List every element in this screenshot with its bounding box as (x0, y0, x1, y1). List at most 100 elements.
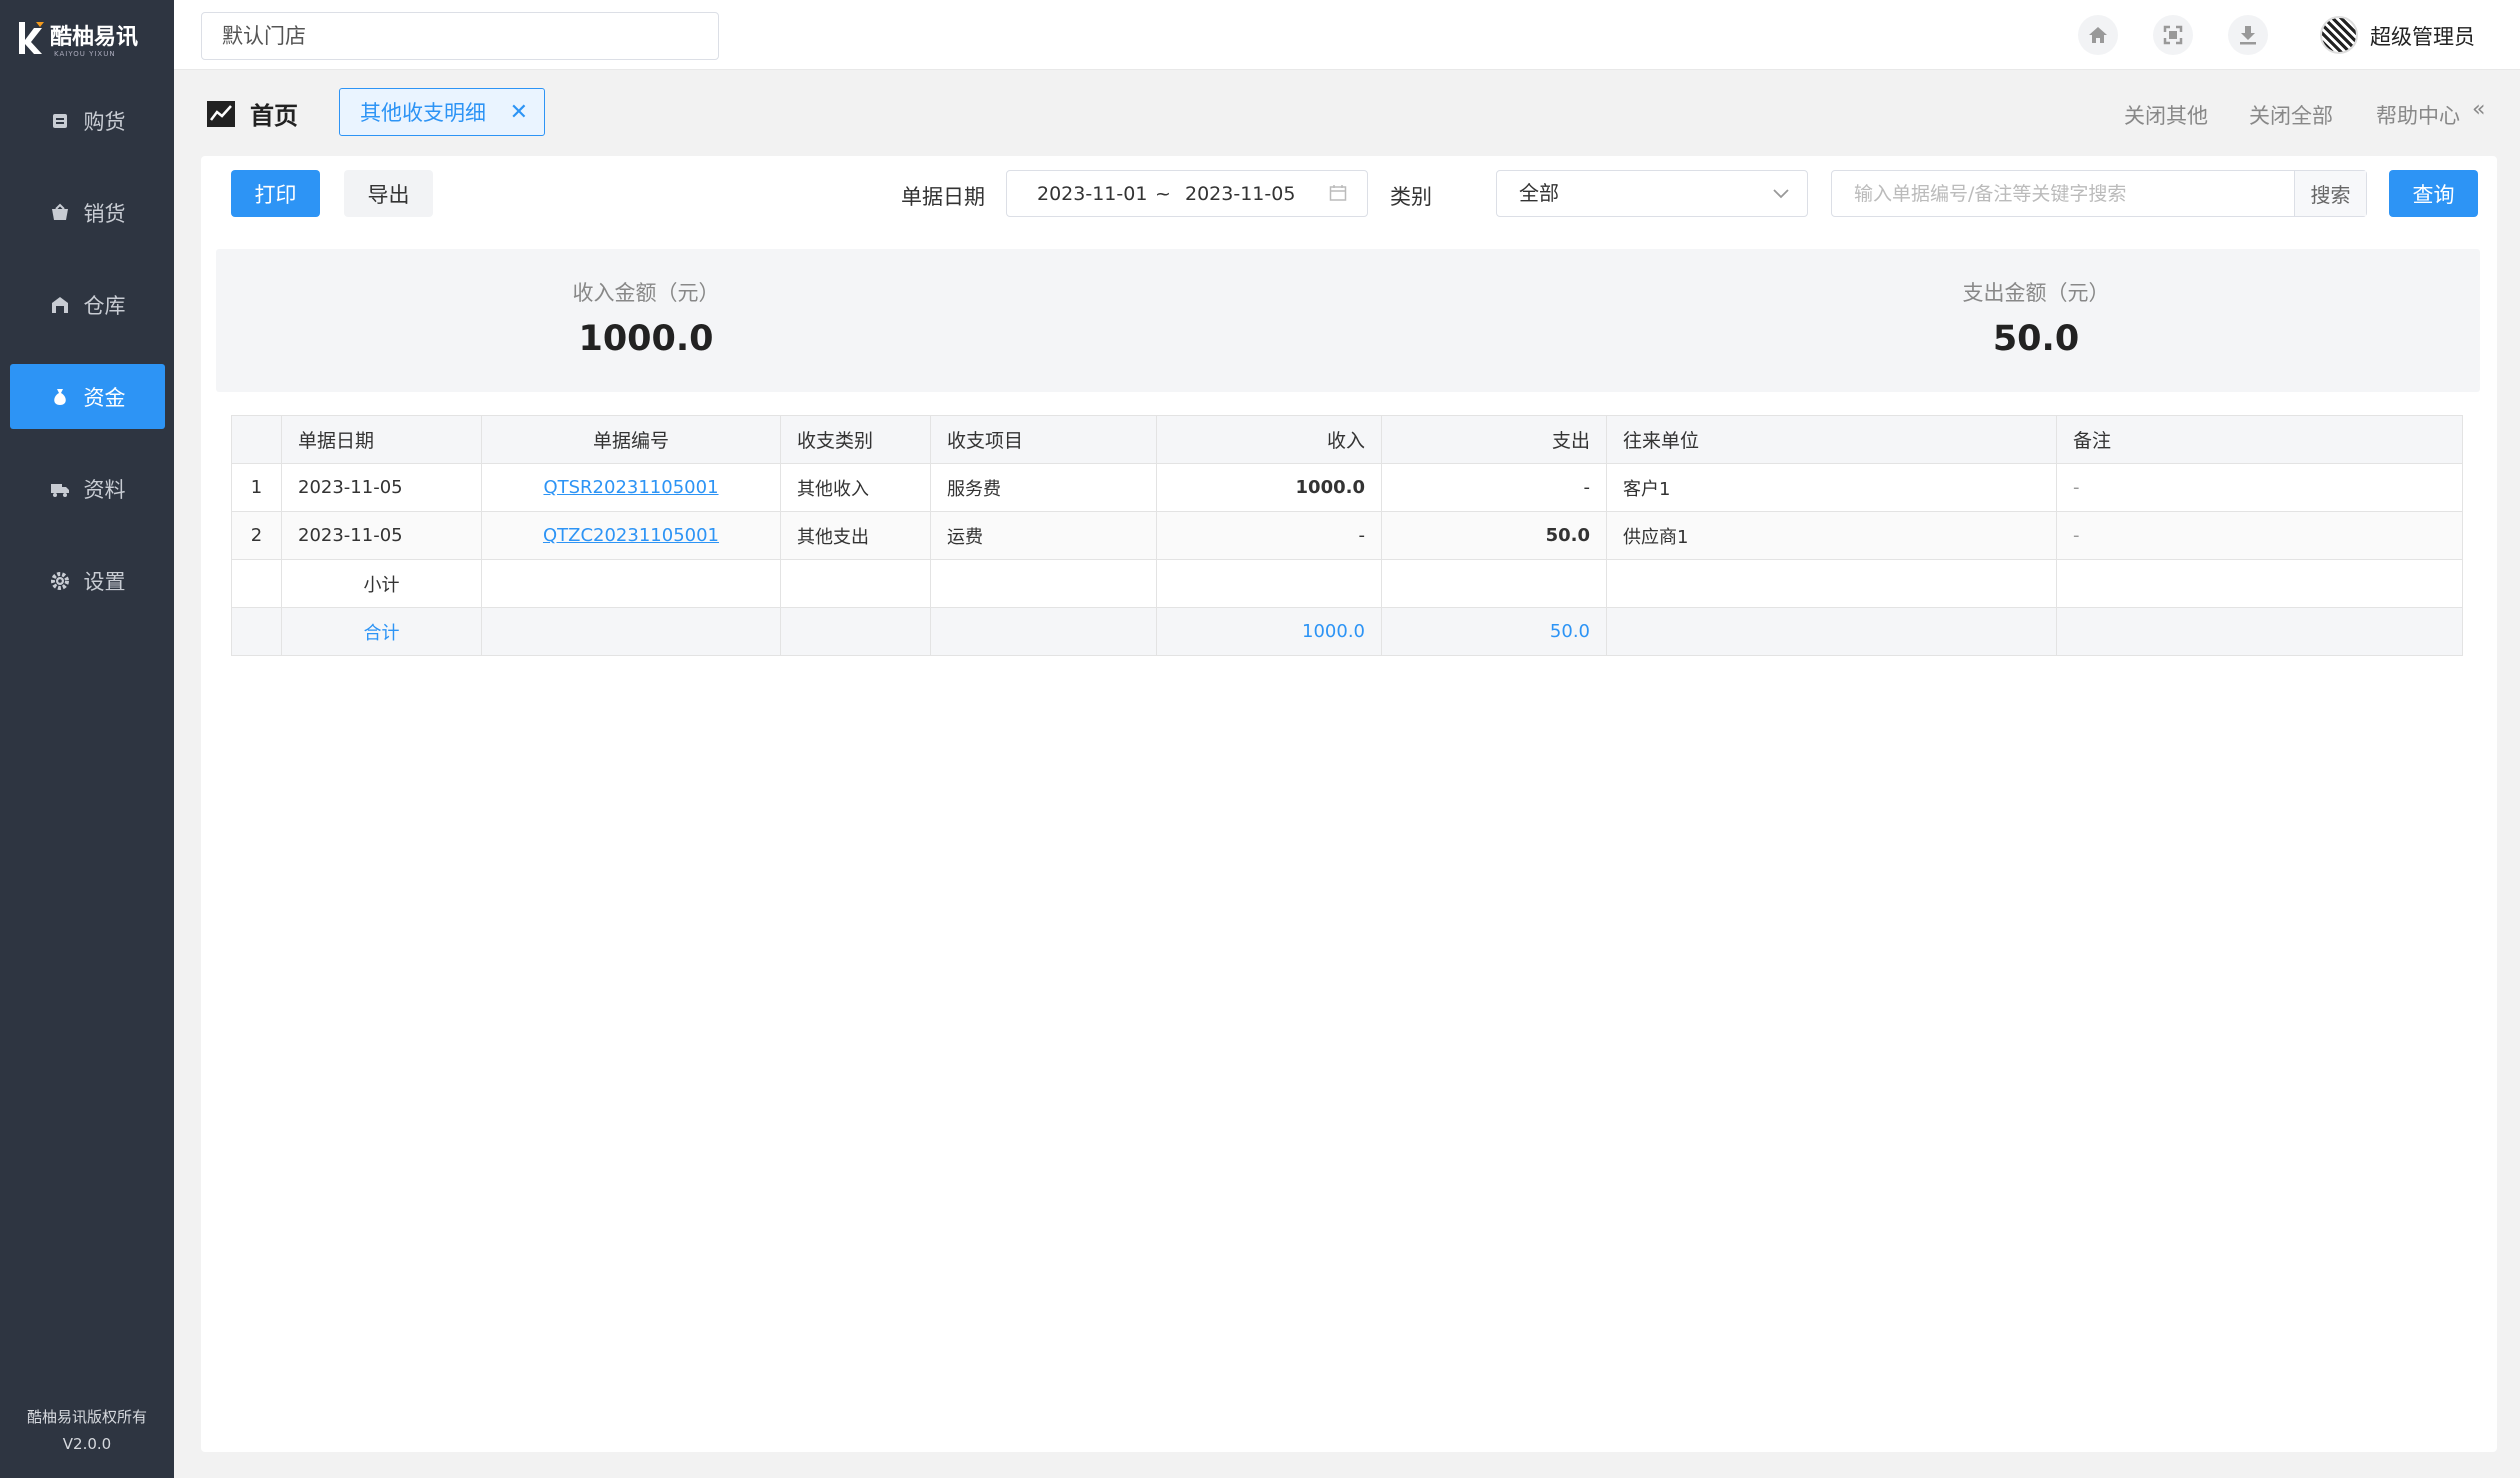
table-row[interactable]: 1 2023-11-05 QTSR20231105001 其他收入 服务费 10… (231, 463, 2463, 512)
total-label: 合计 (281, 607, 482, 656)
download-icon (2240, 26, 2256, 45)
tab-other-income-expense[interactable]: 其他收支明细 ✕ (339, 88, 545, 136)
category-label: 类别 (1390, 185, 1432, 209)
category-value: 全部 (1519, 181, 1559, 205)
date-range-picker[interactable]: 2023-11-01 ~ 2023-11-05 (1006, 170, 1368, 217)
date-start[interactable]: 2023-11-01 (1037, 183, 1147, 205)
copyright: 酷柚易讯版权所有 V2.0.0 (0, 1404, 174, 1458)
sidebar-item-purchase[interactable]: 购货 (10, 88, 165, 153)
tab-home[interactable]: 首页 (206, 96, 298, 131)
records-table: 单据日期 单据编号 收支类别 收支项目 收入 支出 往来单位 备注 1 2023… (231, 415, 2463, 656)
help-center-button[interactable]: 帮助中心 (2376, 100, 2460, 130)
logo-icon (19, 22, 44, 54)
cell-item: 运费 (930, 511, 1157, 560)
version-text: V2.0.0 (62, 1435, 112, 1453)
chart-icon (207, 100, 235, 127)
date-end[interactable]: 2023-11-05 (1185, 183, 1295, 205)
expense-label: 支出金额（元） (1962, 281, 2110, 305)
col-header-type[interactable]: 收支类别 (780, 415, 931, 464)
cell-party: 供应商1 (1606, 511, 2057, 560)
cell-date: 2023-11-05 (281, 511, 482, 560)
cell-type: 其他支出 (780, 511, 931, 560)
sidebar-item-warehouse[interactable]: 仓库 (10, 272, 165, 337)
sidebar: 酷柚易讯 KAIYOU YIXUN 购货 销货 仓库 资金 资料 设置 酷柚易讯… (0, 0, 174, 1478)
cell-income: - (1156, 511, 1382, 560)
sidebar-item-sales[interactable]: 销货 (10, 180, 165, 245)
col-header-index (231, 415, 282, 464)
col-header-party[interactable]: 往来单位 (1606, 415, 2057, 464)
document-link[interactable]: QTSR20231105001 (543, 477, 718, 498)
sidebar-item-data[interactable]: 资料 (10, 456, 165, 521)
home-icon (2089, 27, 2107, 43)
date-label: 单据日期 (901, 185, 985, 209)
cell-code: QTZC20231105001 (481, 511, 781, 560)
cell-index: 2 (231, 511, 282, 560)
date-separator: ~ (1155, 183, 1171, 205)
subtotal-row: 小计 (231, 559, 2463, 608)
basket-icon (51, 203, 68, 220)
table-header-row: 单据日期 单据编号 收支类别 收支项目 收入 支出 往来单位 备注 (231, 415, 2463, 464)
cell-item: 服务费 (930, 463, 1157, 512)
col-header-note[interactable]: 备注 (2056, 415, 2463, 464)
cell-party: 客户1 (1606, 463, 2057, 512)
summary-panel: 收入金额（元） 1000.0 支出金额（元） 50.0 (216, 249, 2480, 392)
home-button[interactable] (2078, 15, 2118, 55)
search-button[interactable]: 搜索 (2294, 171, 2366, 216)
expense-value: 50.0 (1992, 319, 2080, 359)
truck-icon (50, 483, 69, 497)
list-icon (52, 113, 67, 128)
sidebar-item-funds[interactable]: 资金 (10, 364, 165, 429)
income-value: 1000.0 (578, 319, 714, 359)
cell-note: - (2056, 463, 2463, 512)
income-summary: 收入金额（元） 1000.0 (446, 277, 846, 359)
cell-income: 1000.0 (1156, 463, 1382, 512)
search-input[interactable] (1832, 171, 2294, 216)
sidebar-item-settings[interactable]: 设置 (10, 548, 165, 613)
cell-expense: 50.0 (1381, 511, 1607, 560)
sidebar-item-label: 销货 (83, 201, 126, 226)
col-header-code[interactable]: 单据编号 (481, 415, 781, 464)
query-button[interactable]: 查询 (2389, 170, 2478, 217)
col-header-expense[interactable]: 支出 (1381, 415, 1607, 464)
export-button[interactable]: 导出 (344, 170, 433, 217)
fullscreen-button[interactable] (2153, 15, 2193, 55)
top-bar: 默认门店 超级管理员 (174, 0, 2520, 70)
logo-subtitle: KAIYOU YIXUN (54, 50, 116, 58)
fullscreen-icon (2163, 25, 2183, 45)
sidebar-item-label: 资金 (83, 385, 126, 410)
document-link[interactable]: QTZC20231105001 (543, 525, 719, 546)
download-button[interactable] (2228, 15, 2268, 55)
table-row[interactable]: 2 2023-11-05 QTZC20231105001 其他支出 运费 - 5… (231, 511, 2463, 560)
search-box: 搜索 (1831, 170, 2367, 217)
close-all-button[interactable]: 关闭全部 (2249, 100, 2333, 130)
cell-date: 2023-11-05 (281, 463, 482, 512)
tabs-bar: 首页 其他收支明细 ✕ 关闭其他 关闭全部 帮助中心 « (174, 70, 2520, 156)
logo-text: 酷柚易讯 (50, 25, 139, 50)
print-button[interactable]: 打印 (231, 170, 320, 217)
user-name[interactable]: 超级管理员 (2370, 21, 2475, 51)
cell-type: 其他收入 (780, 463, 931, 512)
close-others-button[interactable]: 关闭其他 (2124, 100, 2208, 130)
app-logo: 酷柚易讯 KAIYOU YIXUN (16, 14, 156, 62)
total-expense: 50.0 (1381, 607, 1607, 656)
avatar[interactable] (2320, 16, 2358, 54)
tab-home-label: 首页 (250, 102, 298, 130)
category-select[interactable]: 全部 (1496, 170, 1808, 217)
col-header-income[interactable]: 收入 (1156, 415, 1382, 464)
subtotal-label: 小计 (281, 559, 482, 608)
total-income: 1000.0 (1156, 607, 1382, 656)
calendar-icon (1329, 185, 1347, 201)
tab-label: 其他收支明细 (360, 101, 486, 125)
collapse-icon[interactable]: « (2472, 97, 2485, 122)
chevron-down-icon (1773, 189, 1789, 199)
col-header-item[interactable]: 收支项目 (930, 415, 1157, 464)
close-icon[interactable]: ✕ (510, 100, 528, 125)
col-header-date[interactable]: 单据日期 (281, 415, 482, 464)
main-panel: 打印 导出 单据日期 2023-11-01 ~ 2023-11-05 类别 全部… (201, 156, 2497, 1452)
cell-code: QTSR20231105001 (481, 463, 781, 512)
sidebar-item-label: 资料 (83, 477, 126, 502)
copyright-text: 酷柚易讯版权所有 (26, 1408, 147, 1426)
store-selector[interactable]: 默认门店 (201, 12, 719, 60)
income-label: 收入金额（元） (572, 281, 720, 305)
cell-note: - (2056, 511, 2463, 560)
